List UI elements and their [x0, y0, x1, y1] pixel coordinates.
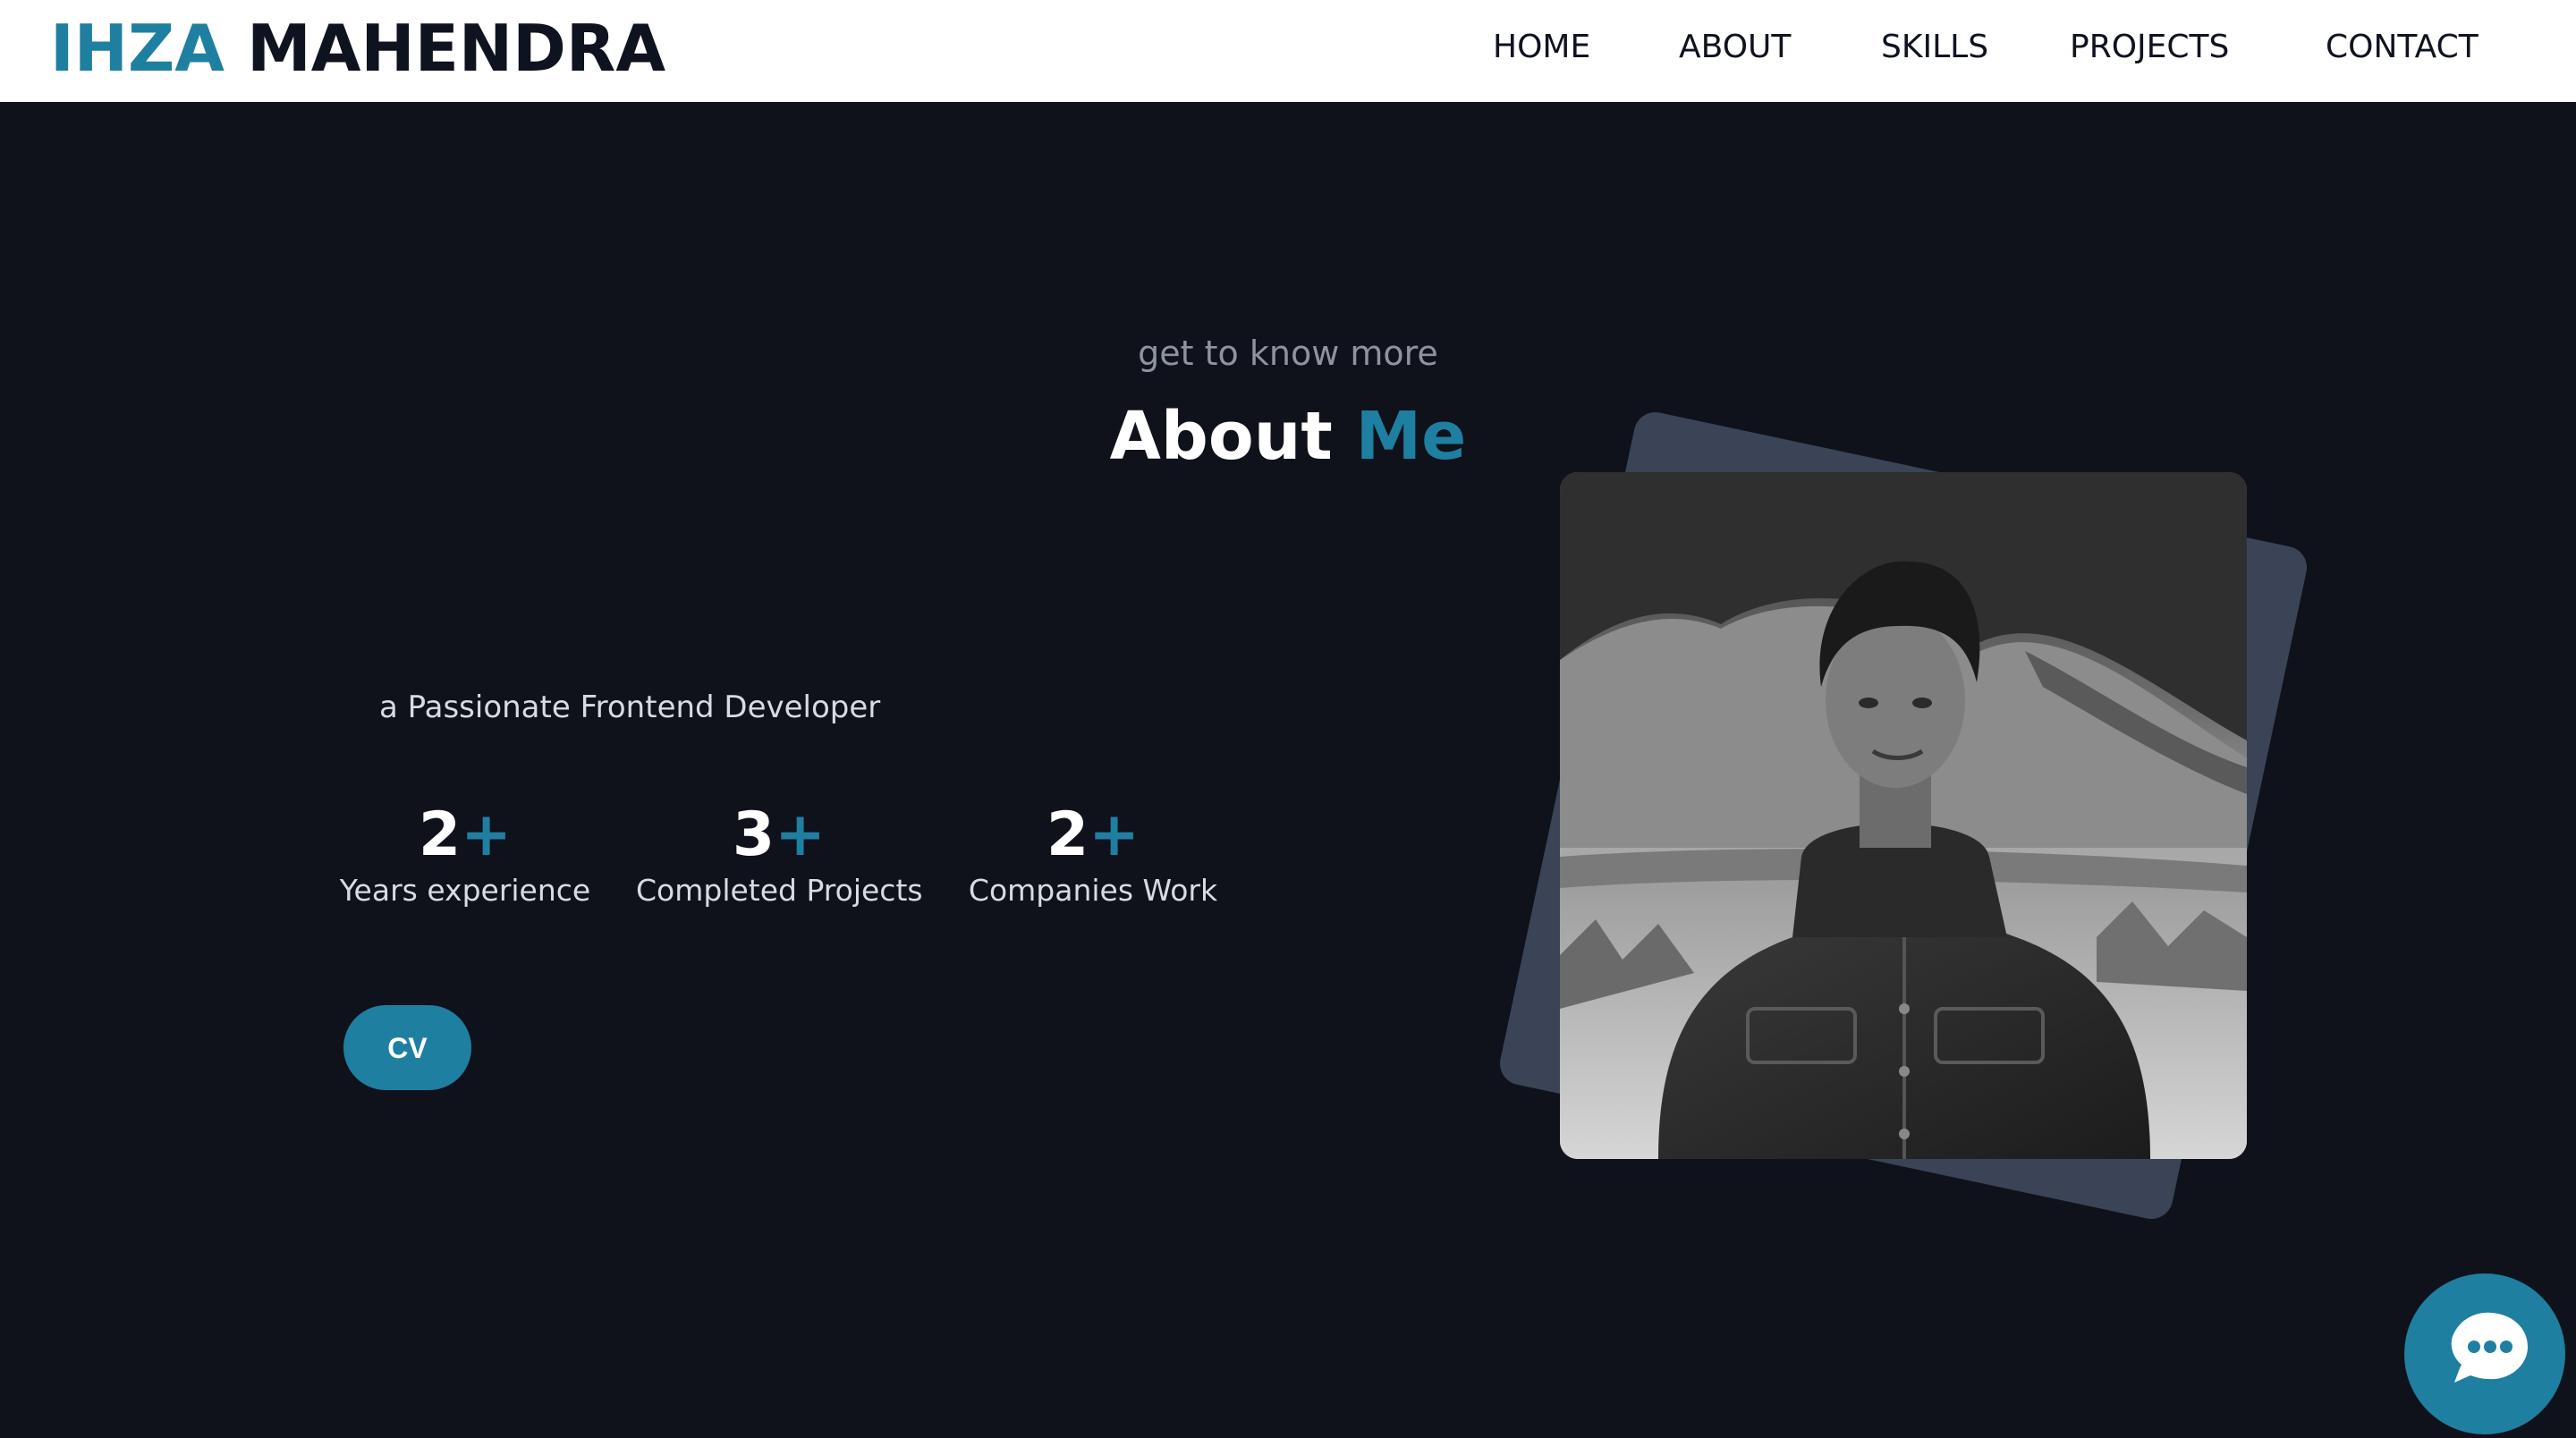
stat-suffix: + — [1089, 799, 1140, 870]
profile-photo — [1560, 472, 2247, 1159]
stat-projects: 3+ Completed Projects — [636, 799, 923, 910]
stat-number: 3+ — [636, 799, 922, 871]
stat-value: 2 — [418, 799, 462, 870]
stat-value: 3 — [732, 799, 775, 870]
stat-number: 2+ — [322, 799, 608, 871]
chat-button[interactable] — [2404, 1273, 2565, 1434]
nav-contact[interactable]: CONTACT — [2326, 27, 2479, 68]
nav-about[interactable]: ABOUT — [1679, 27, 1791, 68]
stat-label: Years experience — [339, 873, 591, 908]
brand-first-name: IHZA — [50, 11, 225, 86]
stat-suffix: + — [775, 799, 826, 870]
brand-last-name: MAHENDRA — [247, 11, 666, 86]
brand-logo[interactable]: IHZA MAHENDRA — [50, 13, 665, 84]
stat-value: 2 — [1046, 799, 1089, 870]
chat-bubble-icon — [2451, 1312, 2528, 1383]
stat-label: Completed Projects — [636, 873, 923, 908]
profile-photo-illustration — [1560, 472, 2247, 1159]
navbar: IHZA MAHENDRA HOME ABOUT SKILLS PROJECTS… — [0, 0, 2576, 102]
cv-download-button[interactable]: CV — [343, 1005, 471, 1090]
heading-accent: Me — [1355, 398, 1467, 475]
stat-suffix: + — [461, 799, 513, 870]
stat-label: Companies Work — [968, 873, 1218, 908]
nav-skills[interactable]: SKILLS — [1881, 27, 1988, 68]
stat-companies: 2+ Companies Work — [950, 799, 1236, 910]
stat-years: 2+ Years experience — [322, 799, 608, 910]
section-subtitle: get to know more — [1138, 334, 1438, 373]
heading-main: About — [1109, 398, 1333, 475]
stat-number: 2+ — [950, 799, 1236, 871]
nav-home[interactable]: HOME — [1493, 27, 1590, 68]
tagline: a Passionate Frontend Developer — [379, 689, 881, 725]
section-heading: About Me — [930, 392, 1646, 481]
nav-projects[interactable]: PROJECTS — [2070, 27, 2229, 68]
